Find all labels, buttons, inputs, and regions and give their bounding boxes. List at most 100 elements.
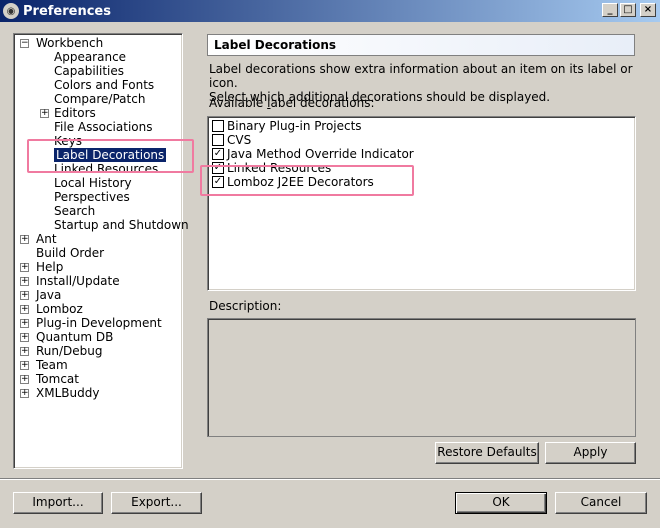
decoration-label: Binary Plug-in Projects bbox=[227, 119, 362, 133]
decoration-item[interactable]: ✓ Java Method Override Indicator bbox=[212, 147, 414, 161]
tree-item-label: Help bbox=[36, 260, 64, 274]
bottom-separator bbox=[0, 478, 660, 480]
tree-item[interactable]: + Quantum DB bbox=[20, 330, 114, 344]
tree-item[interactable]: + Run/Debug bbox=[20, 344, 103, 358]
tree-item-label: Label Decorations bbox=[54, 148, 167, 162]
decoration-item[interactable]: CVS bbox=[212, 133, 251, 147]
decoration-checkbox[interactable] bbox=[212, 120, 224, 132]
ok-button[interactable]: OK bbox=[455, 492, 547, 514]
tree-item-label: Compare/Patch bbox=[54, 92, 146, 106]
decoration-item[interactable]: ✓ Linked Resources bbox=[212, 161, 331, 175]
maximize-button[interactable]: □ bbox=[620, 3, 636, 17]
eclipse-app-icon: ◉ bbox=[3, 3, 19, 19]
restore-defaults-button[interactable]: Restore Defaults bbox=[435, 442, 539, 464]
decoration-item[interactable]: ✓ Lomboz J2EE Decorators bbox=[212, 175, 374, 189]
tree-item[interactable]: Perspectives bbox=[54, 190, 130, 204]
tree-item[interactable]: + Plug-in Development bbox=[20, 316, 162, 330]
tree-item[interactable]: Build Order bbox=[36, 246, 104, 260]
decoration-label: CVS bbox=[227, 133, 252, 147]
decoration-checkbox[interactable]: ✓ bbox=[212, 176, 224, 188]
expand-icon[interactable]: + bbox=[20, 347, 29, 356]
tree-item[interactable]: Appearance bbox=[54, 50, 126, 64]
minimize-button[interactable]: _ bbox=[602, 3, 618, 17]
tree-item[interactable]: Label Decorations bbox=[54, 148, 167, 162]
tree-item[interactable]: Compare/Patch bbox=[54, 92, 145, 106]
decoration-label: Java Method Override Indicator bbox=[227, 147, 414, 161]
tree-item-label: Perspectives bbox=[54, 190, 130, 204]
tree-item[interactable]: Linked Resources bbox=[54, 162, 158, 176]
tree-item[interactable]: + Ant bbox=[20, 232, 57, 246]
tree-item-label: Colors and Fonts bbox=[54, 78, 155, 92]
tree-item-label: Install/Update bbox=[36, 274, 120, 288]
cancel-button[interactable]: Cancel bbox=[555, 492, 647, 514]
decoration-checkbox[interactable]: ✓ bbox=[212, 148, 224, 160]
collapse-icon[interactable]: − bbox=[20, 39, 29, 48]
tree-item[interactable]: Colors and Fonts bbox=[54, 78, 154, 92]
tree-item-label: Capabilities bbox=[54, 64, 124, 78]
tree-item[interactable]: + Editors bbox=[40, 106, 96, 120]
expand-icon[interactable]: + bbox=[20, 277, 29, 286]
tree-item[interactable]: Capabilities bbox=[54, 64, 124, 78]
description-label: Description: bbox=[209, 299, 282, 313]
decoration-label: Lomboz J2EE Decorators bbox=[227, 175, 374, 189]
expand-icon[interactable]: + bbox=[20, 375, 29, 384]
expand-icon[interactable]: + bbox=[20, 235, 29, 244]
import-button[interactable]: Import... bbox=[13, 492, 103, 514]
page-title: Label Decorations bbox=[207, 34, 635, 56]
tree-item[interactable]: Startup and Shutdown bbox=[54, 218, 189, 232]
tree-item[interactable]: − Workbench bbox=[20, 36, 104, 50]
tree-item-label: Quantum DB bbox=[36, 330, 114, 344]
decoration-checkbox[interactable]: ✓ bbox=[212, 162, 224, 174]
tree-item-label: Startup and Shutdown bbox=[54, 218, 189, 232]
tree-item-label: Ant bbox=[36, 232, 57, 246]
close-button[interactable]: × bbox=[640, 3, 656, 17]
expand-icon[interactable]: + bbox=[20, 263, 29, 272]
decorations-list[interactable]: Binary Plug-in Projects CVS ✓ Java Method O… bbox=[207, 116, 636, 291]
tree-item-label: Run/Debug bbox=[36, 344, 103, 358]
tree-item[interactable]: + Java bbox=[20, 288, 62, 302]
decoration-label: Linked Resources bbox=[227, 161, 332, 175]
export-button[interactable]: Export... bbox=[111, 492, 202, 514]
tree-item[interactable]: Local History bbox=[54, 176, 132, 190]
tree-item-label: Build Order bbox=[36, 246, 105, 260]
tree-item[interactable]: + Tomcat bbox=[20, 372, 79, 386]
description-line-1: Label decorations show extra information… bbox=[209, 62, 633, 90]
tree-item-label: File Associations bbox=[54, 120, 153, 134]
preferences-tree[interactable]: − Workbench Appearance Capabilities Colors a… bbox=[13, 33, 189, 469]
tree-item[interactable]: + Help bbox=[20, 260, 64, 274]
expand-icon[interactable]: + bbox=[40, 109, 49, 118]
tree-item-label: Tomcat bbox=[36, 372, 79, 386]
tree-item-label: Workbench bbox=[36, 36, 104, 50]
expand-icon[interactable]: + bbox=[20, 291, 29, 300]
tree-item-label: Keys bbox=[54, 134, 83, 148]
tree-item[interactable]: Keys bbox=[54, 134, 82, 148]
window-controls: _ □ × bbox=[602, 3, 656, 17]
expand-icon[interactable]: + bbox=[20, 361, 29, 370]
tree-item[interactable]: + Team bbox=[20, 358, 68, 372]
tree-item-label: Team bbox=[36, 358, 68, 372]
expand-icon[interactable]: + bbox=[20, 333, 29, 342]
tree-item-label: Lomboz bbox=[36, 302, 83, 316]
description-box bbox=[207, 318, 636, 437]
title-bar: ◉ Preferences _ □ × bbox=[0, 0, 660, 22]
tree-item[interactable]: + Lomboz bbox=[20, 302, 83, 316]
tree-item[interactable]: + XMLBuddy bbox=[20, 386, 100, 400]
tree-item-label: Editors bbox=[54, 106, 96, 120]
tree-item[interactable]: Search bbox=[54, 204, 95, 218]
decoration-item[interactable]: Binary Plug-in Projects bbox=[212, 119, 362, 133]
tree-item-label: Appearance bbox=[54, 50, 127, 64]
expand-icon[interactable]: + bbox=[20, 319, 29, 328]
apply-button[interactable]: Apply bbox=[545, 442, 636, 464]
expand-icon[interactable]: + bbox=[20, 305, 29, 314]
tree-item-label: Linked Resources bbox=[54, 162, 159, 176]
tree-item-label: Java bbox=[36, 288, 62, 302]
tree-item-label: Search bbox=[54, 204, 96, 218]
tree-item-label: XMLBuddy bbox=[36, 386, 100, 400]
window-title: Preferences bbox=[23, 3, 111, 19]
tree-item-label: Plug-in Development bbox=[36, 316, 162, 330]
available-decorations-label: Available label decorations: bbox=[209, 96, 375, 110]
expand-icon[interactable]: + bbox=[20, 389, 29, 398]
tree-item[interactable]: + Install/Update bbox=[20, 274, 120, 288]
decoration-checkbox[interactable] bbox=[212, 134, 224, 146]
tree-item[interactable]: File Associations bbox=[54, 120, 152, 134]
